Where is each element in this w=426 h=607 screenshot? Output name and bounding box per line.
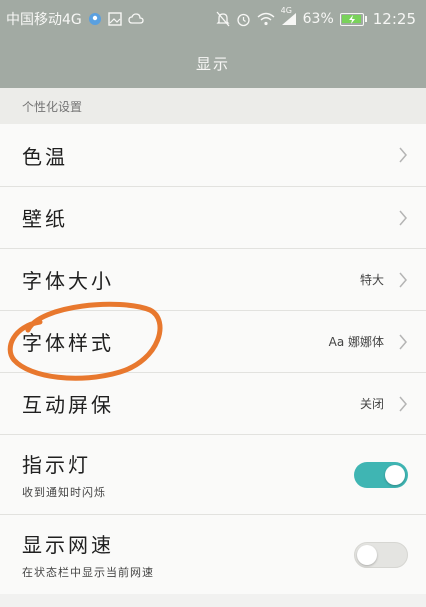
carrier-label: 中国移动4G bbox=[6, 12, 82, 28]
signal-icon: 4G bbox=[281, 6, 297, 26]
chevron-right-icon bbox=[398, 396, 408, 412]
mute-icon bbox=[216, 11, 230, 27]
chevron-right-icon bbox=[398, 147, 408, 163]
wifi-icon bbox=[257, 12, 275, 26]
row-label: 显示网速 bbox=[22, 533, 114, 557]
cloud-icon bbox=[128, 12, 144, 26]
battery-charging-icon bbox=[339, 12, 367, 26]
clock: 12:25 bbox=[372, 10, 416, 28]
chevron-right-icon bbox=[398, 272, 408, 288]
settings-row-show-network-speed: 显示网速 在状态栏中显示当前网速 bbox=[0, 514, 426, 594]
row-label: 色温 bbox=[22, 144, 68, 169]
row-sublabel: 在状态栏中显示当前网速 bbox=[22, 566, 154, 579]
row-label: 互动屏保 bbox=[22, 393, 114, 417]
page-title-bar: 显示 bbox=[0, 38, 426, 88]
row-label: 指示灯 bbox=[22, 453, 91, 477]
image-icon bbox=[108, 12, 122, 26]
row-sublabel: 收到通知时闪烁 bbox=[22, 486, 106, 499]
row-label: 壁纸 bbox=[22, 207, 68, 231]
alarm-icon bbox=[236, 12, 251, 27]
settings-row-color-temperature[interactable]: 色温 bbox=[0, 124, 426, 186]
settings-row-interactive-screensaver[interactable]: 互动屏保 关闭 bbox=[0, 372, 426, 434]
settings-row-wallpaper[interactable]: 壁纸 bbox=[0, 186, 426, 248]
settings-row-font-style[interactable]: 字体样式 Aa 娜娜体 bbox=[0, 310, 426, 372]
row-label: 字体样式 bbox=[22, 331, 114, 355]
chevron-right-icon bbox=[398, 334, 408, 350]
row-value: 特大 bbox=[359, 273, 384, 287]
row-value: Aa 娜娜体 bbox=[328, 335, 384, 349]
row-value: 关闭 bbox=[359, 397, 384, 411]
section-title: 个性化设置 bbox=[22, 99, 83, 114]
chevron-right-icon bbox=[398, 210, 408, 226]
battery-percent: 63% bbox=[302, 11, 334, 27]
section-header: 个性化设置 bbox=[0, 88, 426, 124]
page-title: 显示 bbox=[195, 54, 230, 73]
network-speed-toggle[interactable] bbox=[354, 541, 408, 568]
network-type-label: 4G bbox=[280, 6, 292, 15]
settings-row-font-size[interactable]: 字体大小 特大 bbox=[0, 248, 426, 310]
row-label: 字体大小 bbox=[22, 269, 114, 293]
location-bubble-icon bbox=[88, 12, 102, 26]
settings-row-indicator-light: 指示灯 收到通知时闪烁 bbox=[0, 434, 426, 514]
settings-list: 色温 壁纸 字体大小 特大 字体样式 Aa 娜娜体 互动屏保 关闭 指示灯 收到… bbox=[0, 124, 426, 594]
status-bar: 中国移动4G 4G 63% 12:25 bbox=[0, 0, 426, 38]
indicator-light-toggle[interactable] bbox=[354, 461, 408, 488]
